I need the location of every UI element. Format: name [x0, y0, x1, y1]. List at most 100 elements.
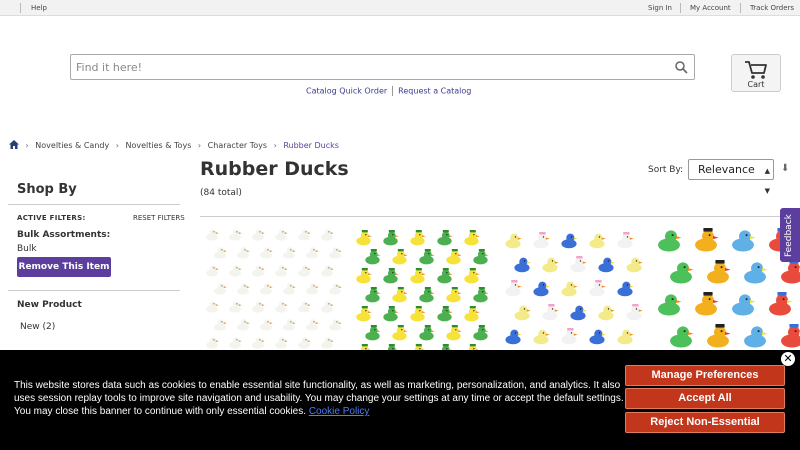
duck-image — [228, 334, 242, 349]
breadcrumb-item[interactable]: Novelties & Toys — [126, 141, 192, 150]
duck-image — [504, 280, 522, 297]
duck-image — [305, 280, 319, 295]
duck-image — [251, 298, 265, 313]
duck-image — [504, 232, 522, 249]
active-filters-label: ACTIVE FILTERS: — [17, 214, 86, 222]
sort-arrow-icon[interactable]: ⬇ — [781, 163, 789, 174]
product-card-leprechaun-ducks[interactable] — [354, 224, 494, 350]
duck-image — [588, 232, 606, 249]
duck-image — [328, 244, 342, 259]
sort-label: Sort By: — [648, 165, 684, 175]
my-account-link[interactable]: My Account — [690, 3, 731, 13]
breadcrumb-item[interactable]: Character Toys — [208, 141, 267, 150]
duck-image — [445, 249, 462, 265]
cart-icon — [745, 61, 767, 79]
duck-image — [274, 226, 288, 241]
duck-image — [436, 306, 453, 322]
feedback-tab[interactable]: Feedback — [780, 208, 800, 262]
home-icon[interactable] — [9, 140, 19, 151]
duck-image — [297, 226, 311, 241]
result-count: (84 total) — [200, 188, 242, 198]
accept-all-button[interactable]: Accept All — [625, 388, 785, 409]
track-orders-link[interactable]: Track Orders — [750, 3, 794, 13]
product-card-easter-ducks[interactable] — [504, 224, 649, 350]
duck-image — [532, 232, 550, 249]
search-icon[interactable] — [674, 60, 688, 74]
duck-image — [616, 232, 634, 249]
close-icon[interactable]: ✕ — [781, 352, 795, 366]
duck-image — [541, 304, 560, 321]
duck-image — [213, 244, 227, 259]
duck-image — [409, 306, 426, 322]
duck-image — [409, 230, 426, 246]
request-catalog-link[interactable]: Request a Catalog — [398, 87, 471, 96]
duck-image — [382, 230, 399, 246]
duck-image — [767, 292, 793, 316]
cart-button[interactable]: Cart — [731, 54, 781, 92]
duck-image — [693, 228, 719, 252]
chevron-right-icon: › — [25, 141, 29, 150]
duck-image — [382, 306, 399, 322]
duck-image — [213, 280, 227, 295]
breadcrumb: › Novelties & Candy › Novelties & Toys ›… — [9, 140, 339, 151]
sort-select[interactable]: Relevance ▲ ▼ — [688, 159, 774, 195]
duck-image — [364, 325, 381, 341]
product-card-white-ducks[interactable] — [204, 224, 344, 350]
divider — [680, 3, 681, 13]
manage-preferences-button[interactable]: Manage Preferences — [625, 365, 785, 386]
cookie-policy-link[interactable]: Cookie Policy — [309, 406, 370, 417]
duck-image — [236, 244, 250, 259]
help-link[interactable]: Help — [31, 3, 47, 13]
duck-image — [463, 230, 480, 246]
duck-image — [705, 324, 731, 348]
divider — [8, 290, 180, 291]
duck-image — [504, 328, 522, 345]
duck-image — [364, 287, 381, 303]
duck-image — [588, 280, 606, 297]
duck-image — [297, 262, 311, 277]
duck-image — [391, 287, 408, 303]
product-card-assorted-ducks[interactable] — [654, 224, 800, 350]
new-product-option[interactable]: New (2) — [20, 322, 55, 332]
duck-image — [228, 298, 242, 313]
reset-filters-link[interactable]: RESET FILTERS — [133, 214, 185, 222]
duck-image — [205, 226, 219, 241]
duck-image — [409, 268, 426, 284]
duck-image — [445, 325, 462, 341]
breadcrumb-current: Rubber Ducks — [283, 141, 339, 150]
duck-image — [274, 298, 288, 313]
reject-non-essential-button[interactable]: Reject Non-Essential — [625, 412, 785, 433]
duck-image — [463, 306, 480, 322]
duck-image — [532, 328, 550, 345]
duck-image — [656, 228, 682, 252]
feedback-label: Feedback — [784, 214, 794, 257]
duck-image — [418, 287, 435, 303]
catalog-quick-order-link[interactable]: Catalog Quick Order — [306, 87, 387, 96]
chevron-right-icon: › — [197, 141, 202, 150]
sign-in-link[interactable]: Sign In — [648, 3, 672, 13]
duck-image — [305, 316, 319, 331]
duck-image — [320, 298, 334, 313]
duck-image — [205, 298, 219, 313]
breadcrumb-item[interactable]: Novelties & Candy — [35, 141, 109, 150]
duck-image — [328, 280, 342, 295]
duck-image — [779, 324, 800, 348]
product-grid — [204, 224, 800, 350]
duck-image — [259, 316, 273, 331]
duck-image — [668, 260, 694, 284]
duck-image — [560, 280, 578, 297]
duck-image — [382, 268, 399, 284]
duck-image — [693, 292, 719, 316]
duck-image — [616, 328, 634, 345]
duck-image — [625, 256, 644, 273]
duck-image — [355, 268, 372, 284]
remove-filter-button[interactable]: Remove This Item — [17, 257, 111, 277]
duck-image — [297, 334, 311, 349]
duck-image — [364, 249, 381, 265]
duck-image — [742, 324, 768, 348]
duck-image — [320, 226, 334, 241]
duck-image — [668, 324, 694, 348]
search-input[interactable] — [76, 59, 666, 76]
sort-value: Relevance — [698, 163, 755, 176]
duck-image — [472, 287, 489, 303]
